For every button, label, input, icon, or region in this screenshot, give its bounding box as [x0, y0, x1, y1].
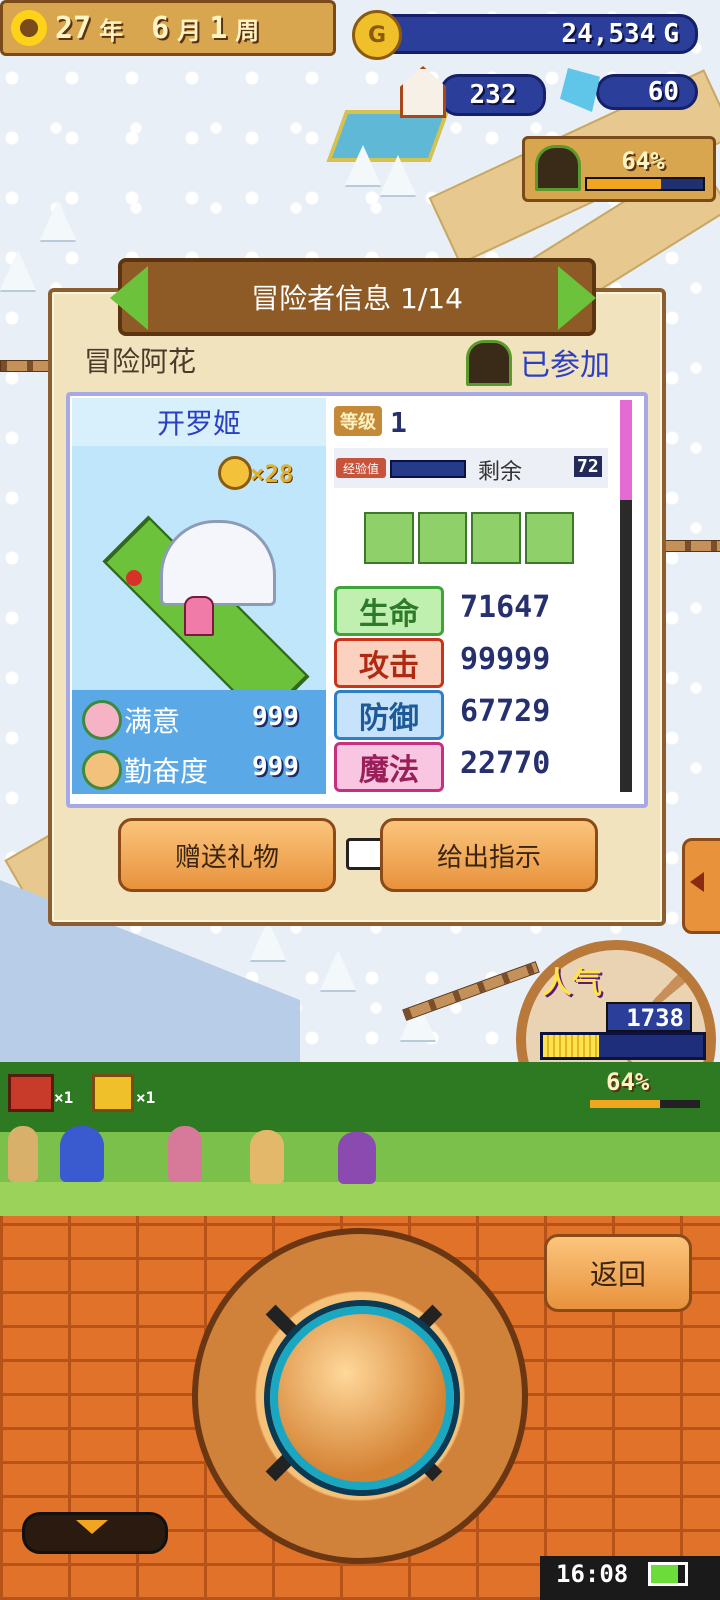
scrollbar-thumb[interactable] — [620, 400, 632, 500]
adventurer-sprite-icon — [250, 1130, 284, 1184]
attack-value: 99999 — [460, 642, 551, 677]
popularity-fill — [543, 1035, 599, 1057]
adventurer-sprite-icon — [8, 1126, 38, 1182]
popularity-bar — [540, 1032, 706, 1060]
dungeon-progress-bar — [585, 177, 705, 191]
battery-icon — [648, 1562, 688, 1586]
adventurer-name: 冒险阿花 — [84, 345, 197, 378]
diligence-label: 勤奋度 — [124, 755, 209, 788]
arrow-left-icon — [690, 872, 704, 892]
level-value: 1 — [390, 406, 407, 439]
adventurer-sprite-icon — [338, 1132, 376, 1184]
remaining-label: 剩余 — [478, 460, 523, 485]
party-progress-fill — [590, 1100, 661, 1108]
popularity-value: 1738 — [606, 1002, 692, 1032]
next-adventurer-arrow-icon[interactable] — [558, 266, 596, 330]
hp-label: 生命 — [334, 586, 444, 636]
attack-label: 攻击 — [334, 638, 444, 688]
adventurer-sprite-icon — [184, 596, 214, 636]
snow-tree-icon — [345, 145, 381, 185]
sword-icon[interactable] — [364, 512, 414, 564]
participation-status: 已参加 — [520, 348, 610, 383]
gold-unit: G — [663, 19, 679, 49]
dungeon-percent: 64% — [621, 147, 665, 175]
red-chest-count: ×1 — [54, 1088, 74, 1107]
popularity-label: 人气 — [542, 966, 602, 1001]
party-progress-percent: 64% — [606, 1068, 650, 1096]
dungeon-progress-fill — [587, 179, 662, 189]
snow-tree-icon — [320, 950, 356, 990]
gold-chest-count: ×1 — [136, 1088, 156, 1107]
satisfaction-value: 999 — [252, 702, 299, 732]
scrollbar[interactable] — [620, 400, 632, 792]
snow-tree-icon — [0, 250, 36, 290]
gold-counter: 24,534 G — [356, 14, 698, 54]
snow-tree-icon — [250, 920, 286, 960]
snow-tree-icon — [380, 155, 416, 195]
dungeon-cave-icon — [535, 145, 581, 191]
diligence-value: 999 — [252, 752, 299, 782]
fist-icon — [82, 750, 122, 790]
defense-value: 67729 — [460, 694, 551, 729]
gold-coin-icon: G — [352, 10, 402, 60]
exp-label: 经验值 — [336, 458, 386, 478]
adventurer-sprite-icon — [60, 1126, 104, 1182]
job-title: 开罗姬 — [72, 398, 326, 446]
red-chest-icon — [8, 1074, 54, 1112]
magic-value: 22770 — [460, 746, 551, 781]
hat-icon[interactable] — [471, 512, 521, 564]
remaining-value: 72 — [574, 456, 602, 477]
armor-icon[interactable] — [417, 512, 467, 564]
sunflower-icon — [11, 10, 47, 46]
prev-adventurer-arrow-icon[interactable] — [110, 266, 148, 330]
flower-accessory-icon[interactable] — [524, 512, 574, 564]
gift-button[interactable]: 赠送礼物 — [118, 818, 336, 892]
back-button[interactable]: 返回 — [544, 1234, 692, 1312]
gold-chest-icon — [92, 1074, 134, 1112]
exp-bar — [390, 460, 466, 478]
party-progress-bar — [590, 1100, 700, 1108]
week-value: 1 — [209, 10, 228, 46]
stat-list: 生命 71647 攻击 99999 防御 67729 魔法 22770 — [334, 586, 608, 792]
dungeon-cave-icon — [466, 340, 512, 386]
equipment-slots — [364, 512, 574, 564]
house-count: 232 — [440, 74, 546, 116]
mailbox-icon — [126, 570, 142, 586]
year-unit: 年 — [99, 16, 124, 45]
gold-value: 24,534 — [561, 19, 656, 49]
hp-value: 71647 — [460, 590, 551, 625]
date-panel: 27 年 6 月 1 周 — [0, 0, 336, 56]
dial-center-button[interactable] — [270, 1306, 454, 1490]
month-value: 6 — [151, 10, 170, 46]
snow-tree-icon — [40, 200, 76, 240]
medal-icon — [218, 456, 252, 490]
dialog-title: 冒险者信息 1/14 — [118, 258, 596, 336]
medal-count: ×28 — [250, 460, 294, 488]
heart-icon — [82, 700, 122, 740]
instruct-button[interactable]: 给出指示 — [380, 818, 598, 892]
week-unit: 周 — [235, 16, 260, 45]
adventurer-sprite-icon — [168, 1126, 202, 1182]
fence — [658, 540, 720, 552]
defense-label: 防御 — [334, 690, 444, 740]
month-unit: 月 — [177, 16, 202, 45]
satisfaction-label: 满意 — [124, 705, 181, 738]
crystal-count: 60 — [596, 74, 698, 110]
clock: 16:08 — [556, 1560, 629, 1588]
fence — [0, 360, 52, 372]
dungeon-progress-panel[interactable]: 64% — [522, 136, 716, 202]
magic-label: 魔法 — [334, 742, 444, 792]
level-label: 等级 — [334, 406, 382, 436]
chevron-down-icon — [76, 1520, 108, 1534]
year-value: 27 — [55, 10, 92, 46]
